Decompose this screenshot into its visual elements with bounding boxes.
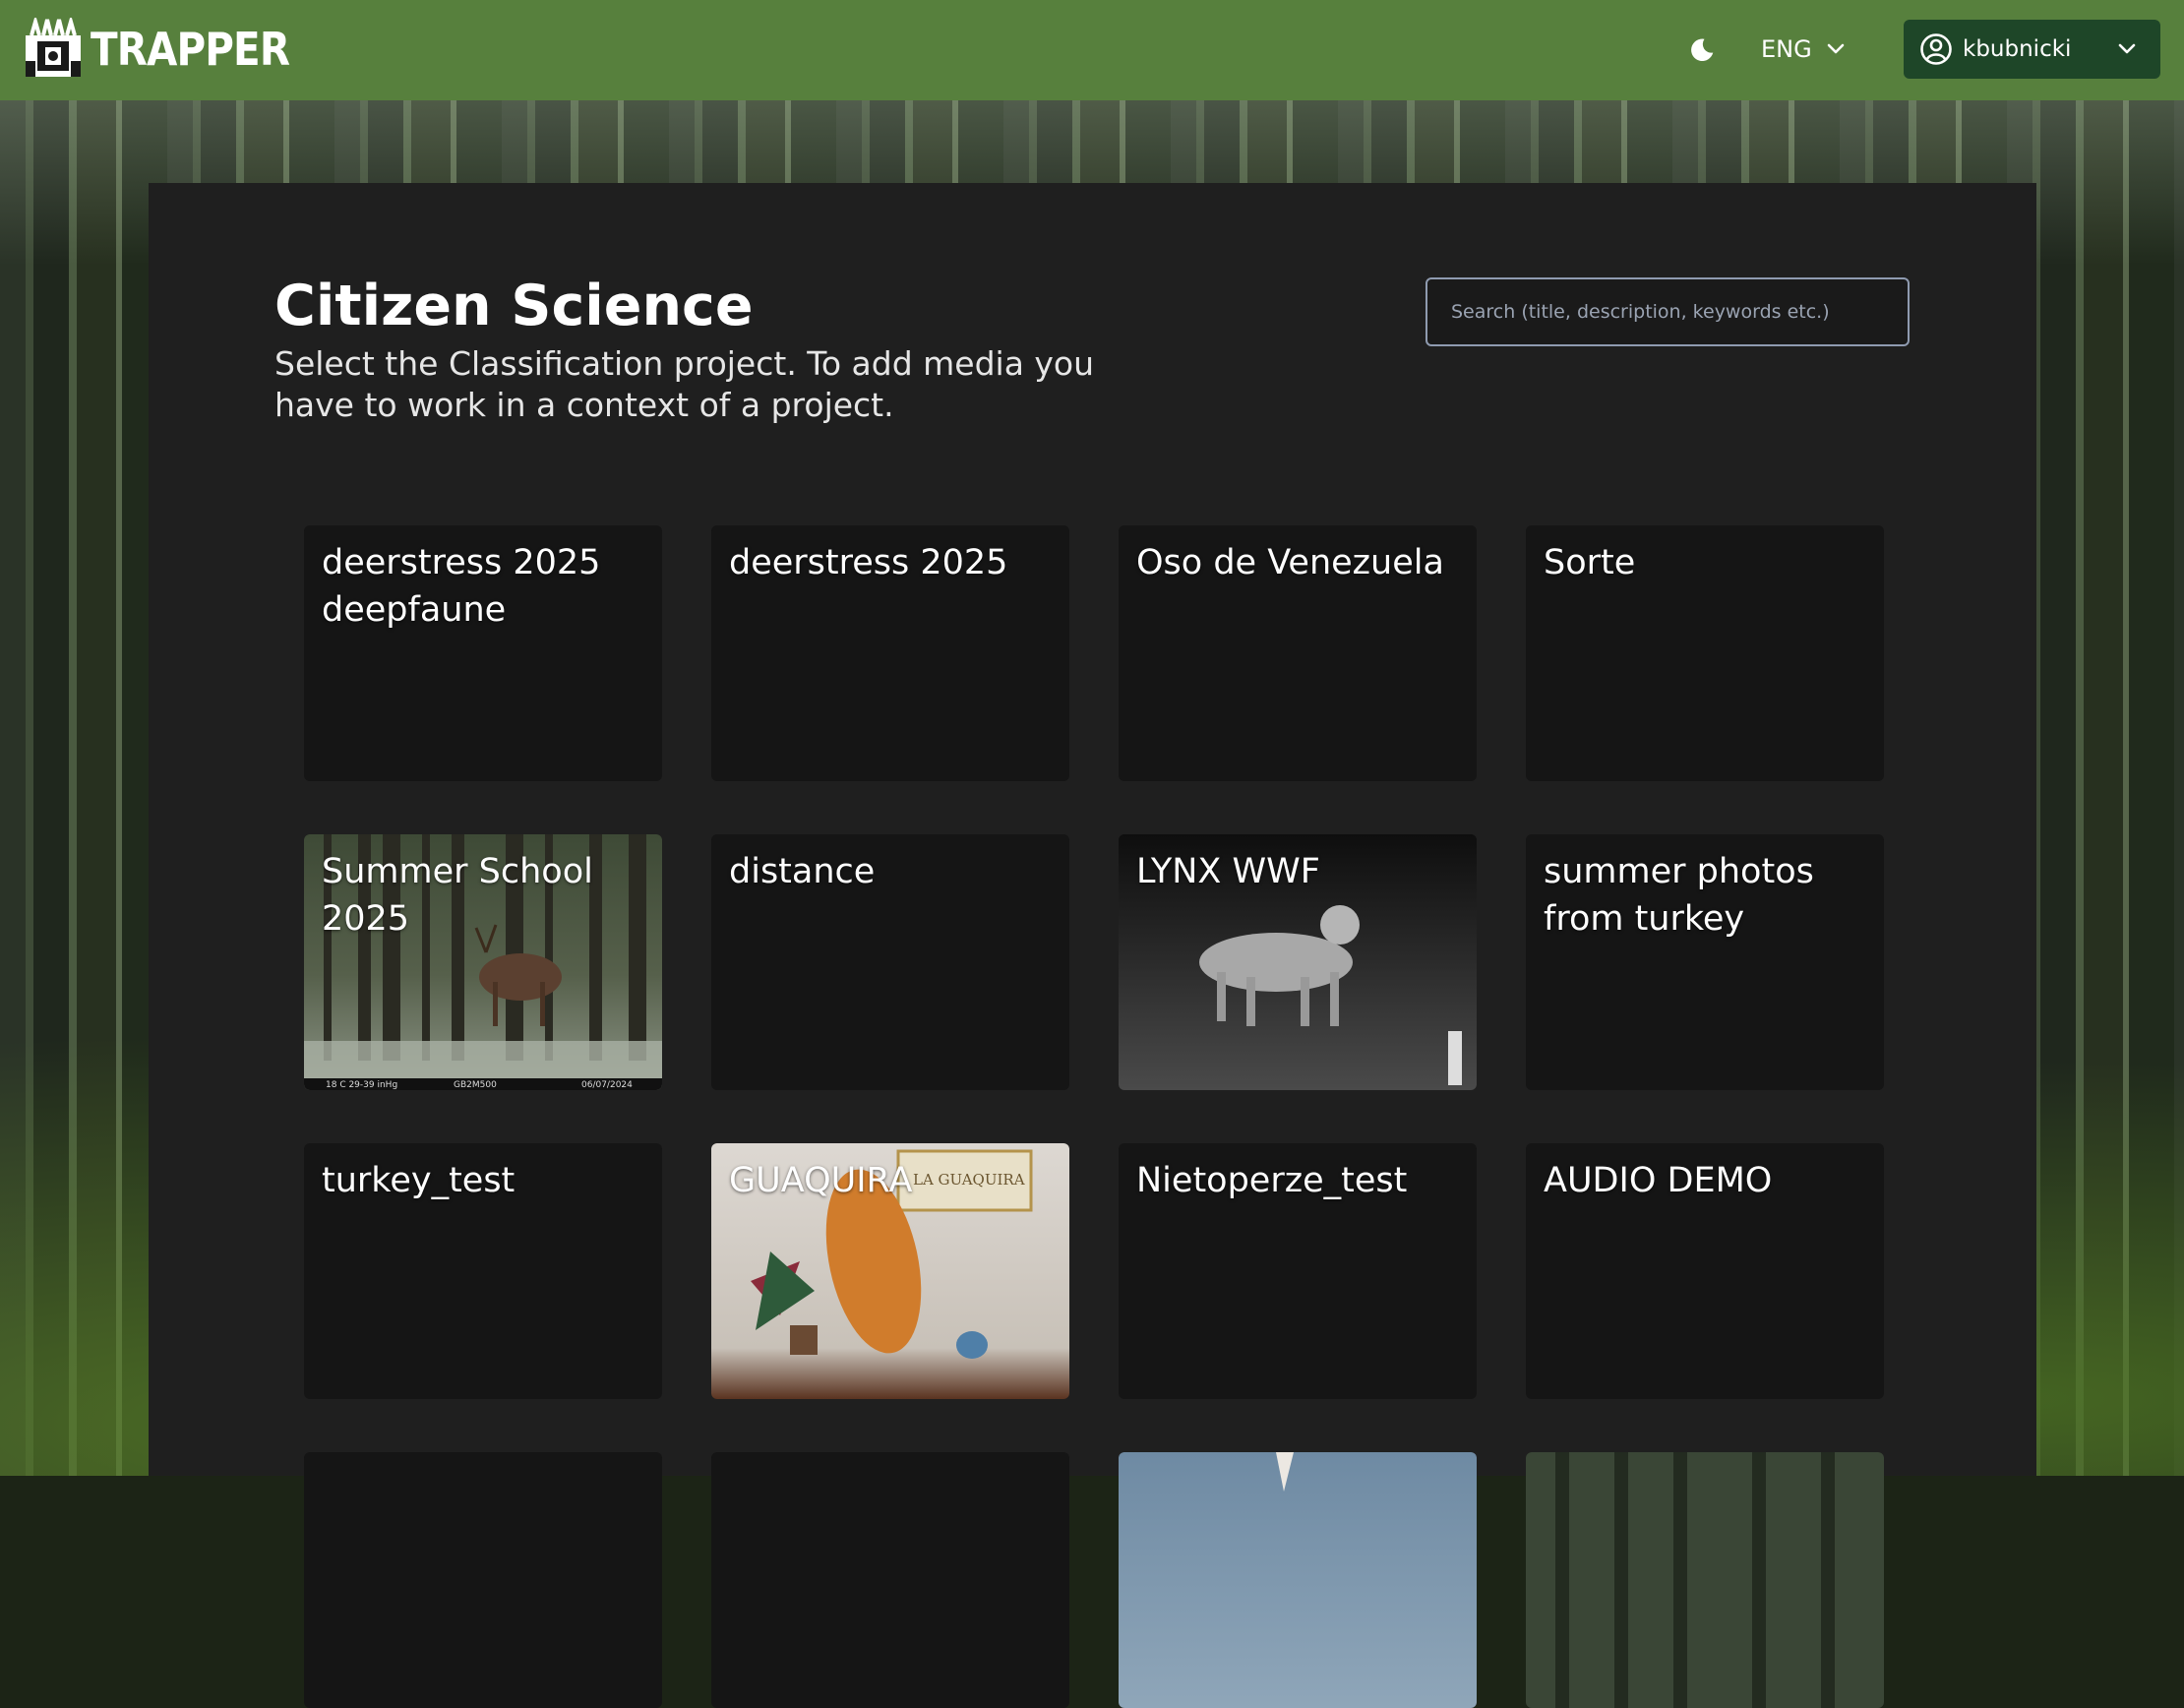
top-navbar: TRAPPER ENG kbubnicki [0,0,2184,100]
chevron-down-icon [1827,43,1845,54]
project-title: Nietoperze_test [1136,1161,1408,1200]
sky-photo [1119,1452,1477,1708]
project-title: Summer School 2025 [322,852,593,939]
user-circle-icon [1920,33,1952,65]
project-title: distance [729,852,876,891]
photo-overlay-text: GB2M500 [454,1080,497,1090]
trapper-logo-icon [26,18,81,77]
photo-overlay-text: 18 C 29-39 inHg [326,1080,398,1090]
photo-overlay-text: 06/07/2024 [581,1080,633,1090]
project-title: turkey_test [322,1161,516,1200]
chevron-down-icon [2118,43,2136,54]
project-card[interactable]: AUDIO DEMO [1526,1143,1884,1399]
project-card[interactable]: LYNX WWF [1119,834,1477,1090]
user-menu-button[interactable]: kbubnicki [1904,20,2160,79]
project-title: deerstress 2025 deepfaune [322,543,601,630]
search-input[interactable] [1426,277,1910,346]
project-card[interactable] [1526,1452,1884,1708]
project-card[interactable] [304,1452,662,1708]
project-title: summer photos from turkey [1544,852,1814,939]
project-card[interactable]: LA GUAQUIRA GUAQUIRA [711,1143,1069,1399]
project-title: Oso de Venezuela [1136,543,1444,582]
project-card[interactable]: 18 C 29-39 inHg GB2M500 06/07/2024 Summer S… [304,834,662,1090]
project-card[interactable]: deerstress 2025 deepfaune [304,525,662,781]
username: kbubnicki [1963,36,2072,62]
project-title: LYNX WWF [1136,852,1320,891]
projects-panel: Citizen Science Select the Classificatio… [149,183,2036,1708]
project-card[interactable]: Nietoperze_test [1119,1143,1477,1399]
logo-text: TRAPPER [91,23,290,76]
project-title: AUDIO DEMO [1544,1161,1773,1200]
project-card[interactable] [1119,1452,1477,1708]
project-card[interactable]: deerstress 2025 [711,525,1069,781]
project-title: Sorte [1544,543,1636,582]
language-label: ENG [1761,35,1812,63]
forest-photo [1526,1452,1884,1708]
page-subtitle: Select the Classification project. To ad… [274,344,1095,424]
project-card[interactable] [711,1452,1069,1708]
project-card[interactable]: Sorte [1526,525,1884,781]
project-card[interactable]: turkey_test [304,1143,662,1399]
project-title: GUAQUIRA [729,1161,913,1200]
project-card[interactable]: summer photos from turkey [1526,834,1884,1090]
moon-icon[interactable] [1687,35,1717,65]
project-title: deerstress 2025 [729,543,1008,582]
language-selector[interactable]: ENG [1761,30,1846,69]
home-logo-link[interactable]: TRAPPER [22,18,317,81]
project-card[interactable]: distance [711,834,1069,1090]
project-card[interactable]: Oso de Venezuela [1119,525,1477,781]
page-title: Citizen Science [274,274,754,338]
